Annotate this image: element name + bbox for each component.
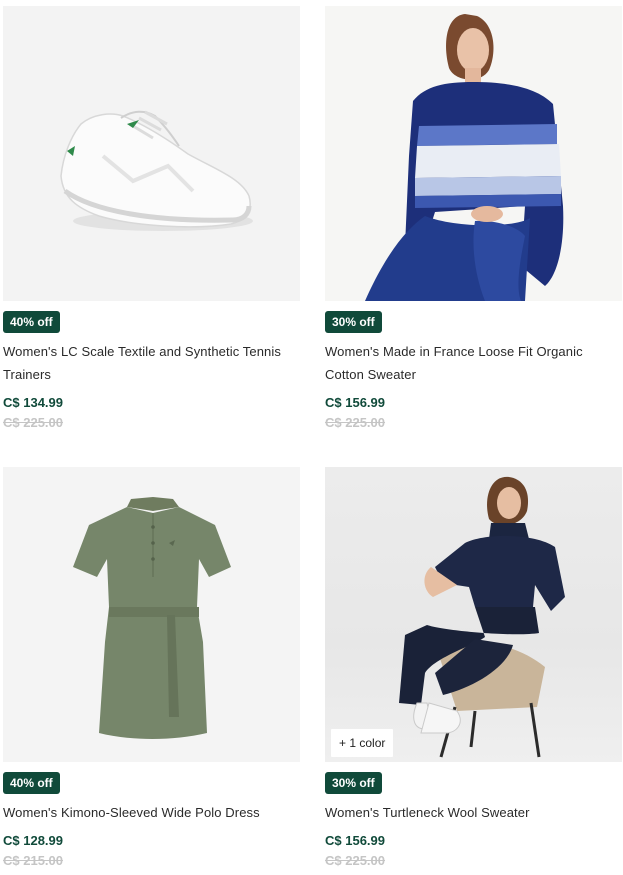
product-image[interactable] [325,6,622,301]
sale-price: C$ 128.99 [3,833,63,848]
product-title[interactable]: Women's Kimono-Sleeved Wide Polo Dress [3,801,303,824]
sneaker-image [60,110,253,231]
product-card[interactable]: + 1 color 30% off Women's Turtleneck Woo… [325,467,622,868]
sale-price: C$ 156.99 [325,833,385,848]
product-image[interactable] [3,6,300,301]
product-card[interactable]: 40% off Women's Kimono-Sleeved Wide Polo… [3,467,300,868]
product-image[interactable]: + 1 color [325,467,622,762]
product-title[interactable]: Women's Made in France Loose Fit Organic… [325,340,623,386]
turtleneck-model-image [399,476,565,758]
dress-image [3,467,300,762]
original-price: C$ 225.00 [3,415,63,430]
product-title[interactable]: Women's Turtleneck Wool Sweater [325,801,623,824]
product-grid: 40% off Women's LC Scale Textile and Syn… [0,0,623,875]
sweater-model-image [325,6,622,301]
product-card[interactable]: 30% off Women's Made in France Loose Fit… [325,6,622,430]
discount-badge: 40% off [3,311,60,333]
product-image[interactable] [3,467,300,762]
original-price: C$ 225.00 [325,415,385,430]
product-title[interactable]: Women's LC Scale Textile and Synthetic T… [3,340,303,386]
sale-price: C$ 156.99 [325,395,385,410]
product-card[interactable]: 40% off Women's LC Scale Textile and Syn… [3,6,300,430]
more-colors-label[interactable]: + 1 color [331,729,394,757]
original-price: C$ 215.00 [3,853,63,868]
discount-badge: 30% off [325,772,382,794]
discount-badge: 40% off [3,772,60,794]
sale-price: C$ 134.99 [3,395,63,410]
discount-badge: 30% off [325,311,382,333]
original-price: C$ 225.00 [325,853,385,868]
